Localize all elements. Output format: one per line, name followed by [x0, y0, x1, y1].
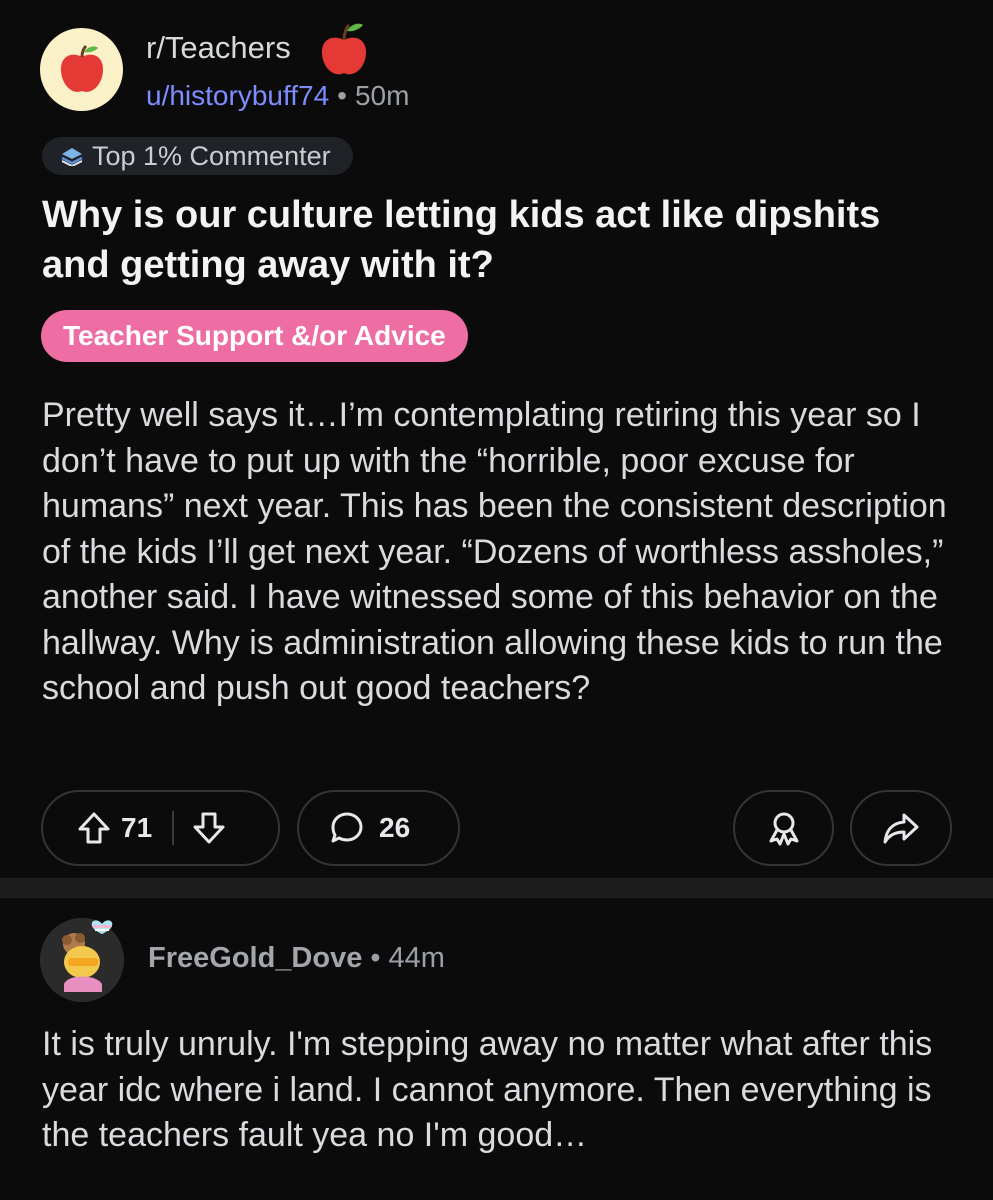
section-divider [0, 878, 993, 898]
share-button[interactable] [850, 790, 952, 866]
meta-separator: • [370, 942, 381, 974]
comments-button[interactable]: 26 [297, 790, 460, 866]
award-button[interactable] [733, 790, 834, 866]
comment-meta: FreeGold_Dove • 44m [148, 942, 445, 975]
commenter-avatar[interactable] [40, 918, 124, 1002]
apple-icon [321, 23, 367, 75]
snoo-avatar-icon [40, 918, 124, 1002]
post-age: 50m [354, 80, 410, 111]
speech-bubble-icon [331, 812, 363, 843]
post-meta: u/historybuff74 • 50m [146, 80, 409, 112]
post-title[interactable]: Why is our culture letting kids act like… [42, 190, 942, 290]
user-badge: Top 1% Commenter [42, 137, 353, 175]
subreddit-name[interactable]: r/Teachers [146, 30, 291, 66]
downvote-arrow-icon[interactable] [192, 811, 226, 845]
vote-bar: 71 [41, 790, 280, 866]
subreddit-avatar[interactable] [40, 28, 123, 111]
comment-count: 26 [379, 812, 411, 843]
commenter-badge-icon [61, 148, 83, 166]
apple-icon [60, 44, 103, 92]
author-username[interactable]: u/historybuff74 [146, 80, 329, 111]
upvote-arrow-icon[interactable] [77, 811, 111, 845]
post-flair[interactable]: Teacher Support &/or Advice [41, 310, 468, 362]
vote-divider [172, 811, 175, 845]
badge-label: Top 1% Commenter [92, 140, 331, 171]
share-arrow-icon [883, 813, 919, 844]
commenter-username[interactable]: FreeGold_Dove [148, 942, 362, 974]
meta-separator: • [337, 80, 347, 111]
post-card: r/Teachers u/historybuff74 • 50m Top 1% Co… [0, 0, 993, 878]
award-ribbon-icon [769, 812, 798, 846]
comment-age: 44m [388, 942, 445, 974]
post-body: Pretty well says it…I’m contemplating re… [42, 396, 947, 707]
vote-count: 71 [121, 812, 153, 843]
comment-body: It is truly unruly. I'm stepping away no… [42, 1025, 933, 1154]
comment-card: FreeGold_Dove • 44m It is truly unruly. I'… [0, 898, 993, 1200]
